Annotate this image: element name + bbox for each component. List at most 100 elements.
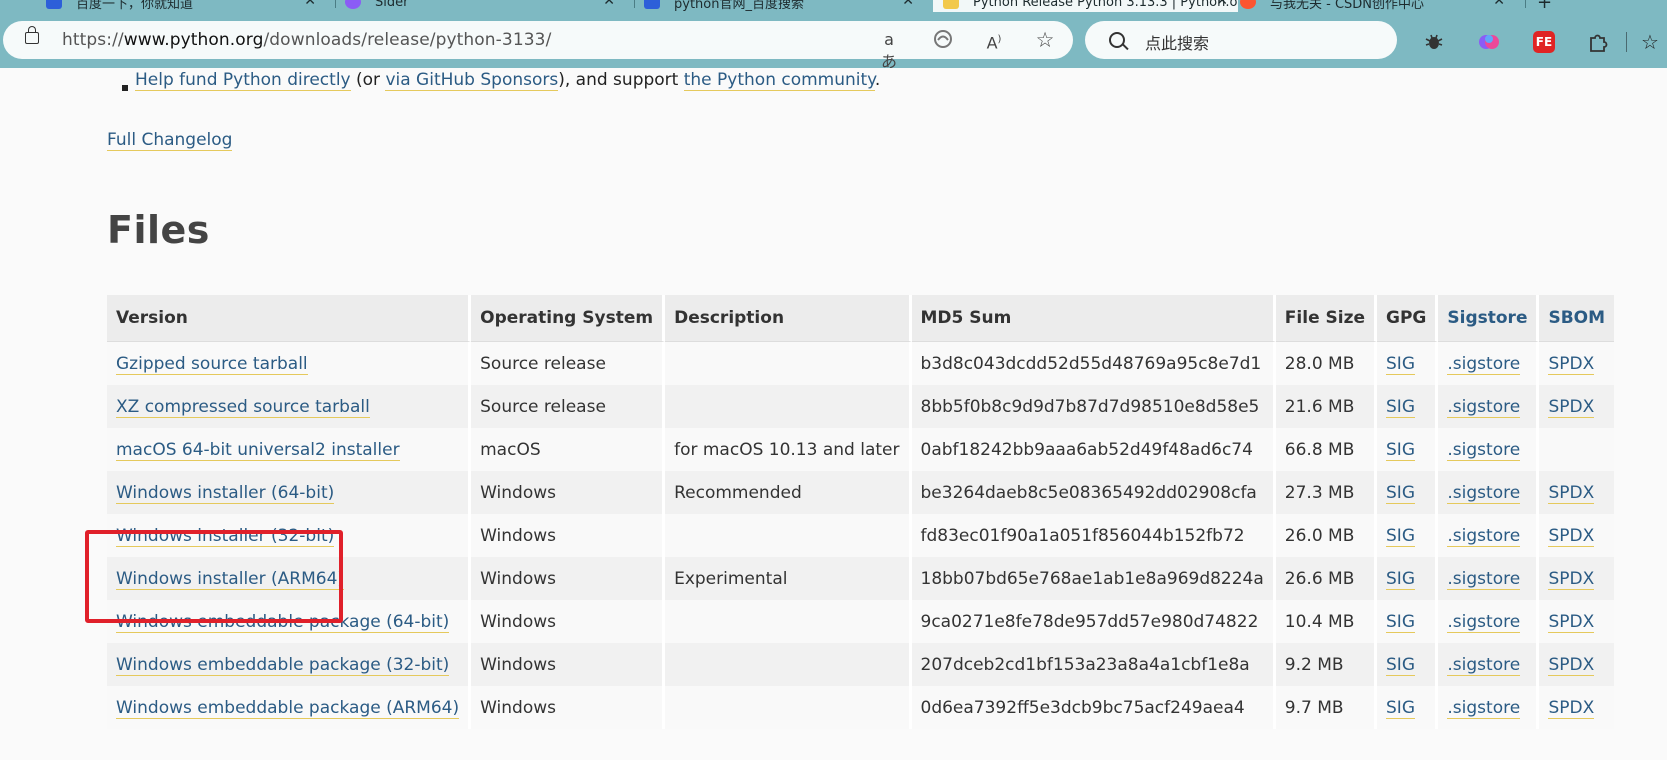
sigstore-link[interactable]: .sigstore	[1447, 525, 1521, 547]
tab-separator	[1525, 0, 1526, 8]
browser-essentials-icon[interactable]	[932, 29, 954, 51]
sbom-spdx-link[interactable]: SPDX	[1548, 697, 1595, 719]
version-link[interactable]: Windows embeddable package (32-bit)	[116, 654, 450, 676]
sbom-spdx-link[interactable]: SPDX	[1548, 568, 1595, 590]
os-cell: Source release	[471, 342, 666, 385]
version-link[interactable]: Windows installer (64-bit)	[116, 482, 335, 504]
version-link[interactable]: macOS 64-bit universal2 installer	[116, 439, 400, 461]
baidu-favicon-icon	[46, 0, 62, 9]
gpg-sig-link[interactable]: SIG	[1386, 439, 1415, 461]
description-cell	[665, 643, 912, 686]
github-sponsors-link[interactable]: via GitHub Sponsors	[385, 70, 559, 91]
url-path: /downloads/release/python-3133/	[263, 30, 552, 50]
sigstore-link[interactable]: .sigstore	[1447, 654, 1521, 676]
close-tab-icon[interactable]: ✕	[603, 0, 615, 9]
sbom-spdx-link[interactable]: SPDX	[1548, 353, 1595, 375]
support-text: .	[874, 70, 881, 90]
read-aloud-icon[interactable]: aあ	[878, 29, 900, 71]
sigstore-link[interactable]: .sigstore	[1447, 482, 1521, 504]
tab-python-release[interactable]: Python Release Python 3.13.3 | Python.or…	[933, 0, 1238, 12]
toolbar-separator	[1626, 32, 1627, 52]
help-fund-link[interactable]: Help fund Python directly	[135, 70, 351, 91]
close-tab-icon[interactable]: ✕	[304, 0, 316, 9]
tab-label: 百度一下，你就知道	[76, 0, 194, 12]
page-content: Help fund Python directly (or via GitHub…	[0, 68, 1667, 760]
col-operating-system: Operating System	[471, 295, 666, 342]
new-tab-button[interactable]: +	[1537, 0, 1567, 12]
gpg-sig-link[interactable]: SIG	[1386, 697, 1415, 719]
gpg-sig-link[interactable]: SIG	[1386, 525, 1415, 547]
close-tab-icon[interactable]: ✕	[902, 0, 914, 9]
os-cell: Windows	[471, 557, 666, 600]
tab-baidu[interactable]: 百度一下，你就知道 ✕	[46, 0, 326, 12]
col-sbom-link[interactable]: SBOM	[1548, 308, 1605, 328]
url-scheme: https://	[62, 30, 124, 50]
sigstore-link[interactable]: .sigstore	[1447, 697, 1521, 719]
os-cell: Windows	[471, 514, 666, 557]
description-cell	[665, 385, 912, 428]
sigstore-link[interactable]: .sigstore	[1447, 611, 1521, 633]
brain-extension-icon[interactable]	[1478, 31, 1500, 53]
sigstore-link[interactable]: .sigstore	[1447, 568, 1521, 590]
tab-label: python官网_百度搜索	[674, 0, 804, 12]
tab-csdn[interactable]: 与我无关 - CSDN创作中心 ✕	[1240, 0, 1515, 12]
gpg-sig-link[interactable]: SIG	[1386, 568, 1415, 590]
sigstore-link[interactable]: .sigstore	[1447, 439, 1521, 461]
browser-toolbar: https://www.python.org/downloads/release…	[0, 12, 1667, 71]
close-tab-icon[interactable]: ✕	[1216, 0, 1228, 9]
file-size-cell: 28.0 MB	[1275, 342, 1378, 385]
fe-extension-icon[interactable]: FE	[1533, 31, 1555, 53]
tab-sider[interactable]: Sider ✕	[345, 0, 625, 12]
col-sigstore-link[interactable]: Sigstore	[1447, 308, 1527, 328]
table-row: macOS 64-bit universal2 installer macOS …	[107, 428, 1615, 471]
list-bullet	[122, 85, 128, 91]
gpg-sig-link[interactable]: SIG	[1386, 654, 1415, 676]
description-cell	[665, 600, 912, 643]
description-cell: Recommended	[665, 471, 912, 514]
address-bar[interactable]: https://www.python.org/downloads/release…	[3, 21, 1073, 71]
python-community-link[interactable]: the Python community	[683, 70, 875, 91]
sbom-spdx-link[interactable]: SPDX	[1548, 611, 1595, 633]
url-text[interactable]: https://www.python.org/downloads/release…	[62, 30, 551, 50]
os-cell: Windows	[471, 643, 666, 686]
lock-icon[interactable]	[25, 26, 39, 44]
tab-label: Python Release Python 3.13.3 | Python.or…	[973, 0, 1238, 10]
extensions-puzzle-icon[interactable]	[1587, 31, 1609, 53]
favorite-star-icon[interactable]: ☆	[1034, 29, 1056, 51]
search-box[interactable]: 点此搜索	[1085, 21, 1397, 59]
sbom-spdx-link[interactable]: SPDX	[1548, 525, 1595, 547]
md5-cell: 9ca0271e8fe78de957dd57e980d74822	[911, 600, 1276, 643]
full-changelog-link[interactable]: Full Changelog	[107, 130, 233, 151]
highlight-box	[85, 530, 343, 623]
files-table: Version Operating System Description MD5…	[107, 295, 1615, 729]
gpg-sig-link[interactable]: SIG	[1386, 482, 1415, 504]
version-link[interactable]: XZ compressed source tarball	[116, 396, 370, 418]
md5-cell: be3264daeb8c5e08365492dd02908cfa	[911, 471, 1276, 514]
col-version: Version	[107, 295, 472, 342]
version-link[interactable]: Gzipped source tarball	[116, 353, 308, 375]
close-tab-icon[interactable]: ✕	[1493, 0, 1505, 9]
description-cell: for macOS 10.13 and later	[665, 428, 912, 471]
sbom-spdx-link[interactable]: SPDX	[1548, 654, 1595, 676]
table-row: XZ compressed source tarball Source rele…	[107, 385, 1615, 428]
description-cell: Experimental	[665, 557, 912, 600]
gpg-sig-link[interactable]: SIG	[1386, 353, 1415, 375]
bug-extension-icon[interactable]	[1423, 31, 1445, 53]
immersive-reader-icon[interactable]: A)	[983, 29, 1005, 52]
support-text: ), and support	[558, 70, 684, 90]
tab-separator	[634, 0, 635, 8]
favorites-icon[interactable]: ☆	[1641, 31, 1663, 53]
sbom-spdx-link[interactable]: SPDX	[1548, 482, 1595, 504]
col-gpg: GPG	[1377, 295, 1439, 342]
md5-cell: 0d6ea7392ff5e3dcb9bc75acf249aea4	[911, 686, 1276, 729]
tab-python-search[interactable]: python官网_百度搜索 ✕	[644, 0, 924, 12]
os-cell: Source release	[471, 385, 666, 428]
sigstore-link[interactable]: .sigstore	[1447, 353, 1521, 375]
gpg-sig-link[interactable]: SIG	[1386, 396, 1415, 418]
sigstore-link[interactable]: .sigstore	[1447, 396, 1521, 418]
file-size-cell: 21.6 MB	[1275, 385, 1378, 428]
version-link[interactable]: Windows embeddable package (ARM64)	[116, 697, 460, 719]
sbom-spdx-link[interactable]: SPDX	[1548, 396, 1595, 418]
gpg-sig-link[interactable]: SIG	[1386, 611, 1415, 633]
sider-favicon-icon	[345, 0, 361, 9]
